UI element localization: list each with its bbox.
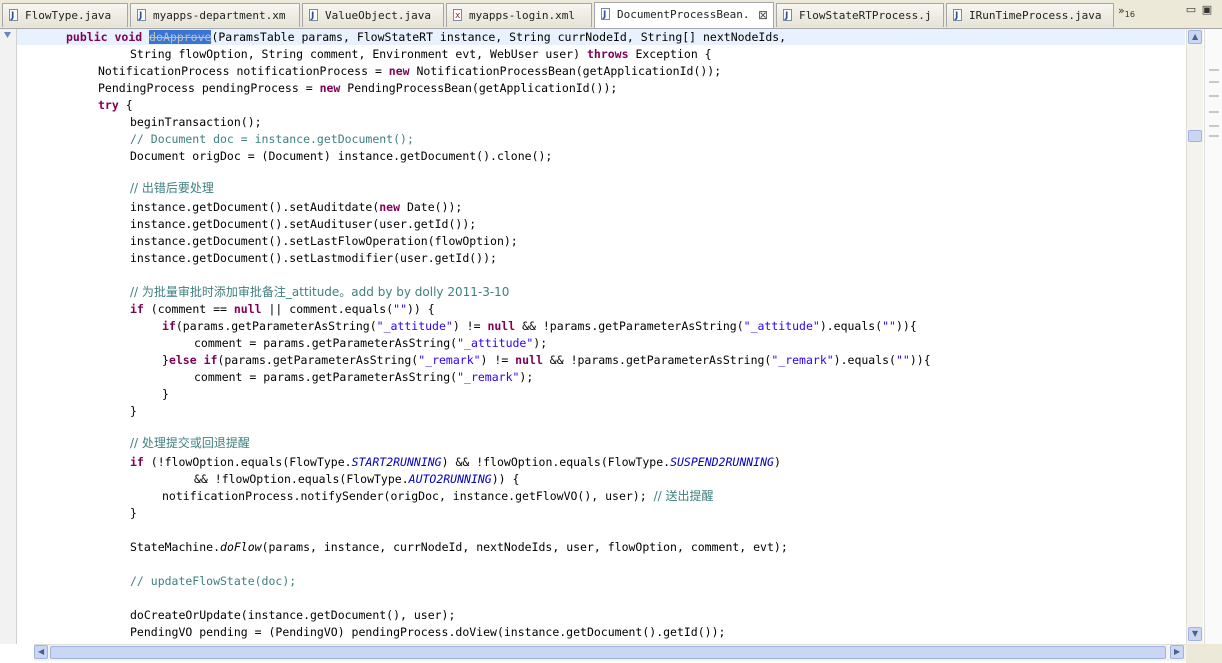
code-line: doCreateOrUpdate(instance.getDocument(),… [130,608,456,622]
chevron-double-right-icon: » [1118,4,1125,17]
tab-label: myapps-department.xm [153,9,286,22]
editor-tab-bar: FlowType.java myapps-department.xm Value… [0,0,1222,29]
arrow-right-icon: ▶ [1174,647,1181,656]
code-line: NotificationProcess notificationProcess … [98,64,722,78]
code-line: PendingProcess pendingProcess = new Pend… [98,81,618,95]
tab-myapps-login-xml[interactable]: myapps-login.xml [446,3,592,27]
scroll-down-button[interactable]: ▼ [1188,627,1202,641]
vertical-scroll-thumb[interactable] [1188,130,1202,142]
horizontal-scrollbar[interactable] [34,644,1186,661]
window-controls: ▭ ▣ [1182,3,1214,18]
tab-overflow-button[interactable]: »16 [1118,4,1135,19]
scroll-left-button[interactable]: ◀ [34,645,48,659]
overview-marker[interactable] [1209,69,1219,71]
code-line: public void doApprove(ParamsTable params… [66,30,787,44]
scrollbar-corner [1186,644,1222,663]
java-file-icon [601,4,610,26]
overview-marker[interactable] [1209,125,1219,127]
tab-flowtype-java[interactable]: FlowType.java [2,3,128,27]
code-line: }else if(params.getParameterAsString("_r… [162,353,931,367]
code-line: comment = params.getParameterAsString("_… [194,336,548,350]
code-comment: // 出错后要处理 [130,181,214,195]
arrow-up-icon: ▲ [1192,32,1199,41]
scroll-up-button[interactable]: ▲ [1188,30,1202,44]
java-file-icon [309,5,318,27]
code-comment: // 处理提交或回退提醒 [130,436,250,450]
code-line: PendingVO pending = (PendingVO) pendingP… [130,625,726,639]
selected-method-name: doApprove [149,30,212,44]
code-comment: // updateFlowState(doc); [130,574,297,588]
overview-ruler[interactable] [1204,29,1222,644]
code-line: } [130,404,137,418]
tab-label: ValueObject.java [325,9,431,22]
code-line: Document origDoc = (Document) instance.g… [130,149,553,163]
tab-label: FlowStateRTProcess.j [799,9,932,22]
code-area[interactable]: public void doApprove(ParamsTable params… [0,29,1185,644]
overview-marker[interactable] [1209,81,1219,83]
overview-marker[interactable] [1209,111,1219,113]
eclipse-editor-window: FlowType.java myapps-department.xm Value… [0,0,1222,663]
horizontal-scroll-thumb[interactable] [50,646,1166,659]
code-editor[interactable]: public void doApprove(ParamsTable params… [0,29,1222,663]
tab-myapps-department-xml[interactable]: myapps-department.xm [130,3,300,27]
code-line: if (!flowOption.equals(FlowType.START2RU… [130,455,781,469]
code-line: try { [98,98,133,112]
xml-file-icon [453,5,462,27]
overflow-count: 16 [1124,10,1135,20]
tab-flowstatertprocess-java[interactable]: FlowStateRTProcess.j [776,3,944,27]
tab-documentprocessbean-java[interactable]: DocumentProcessBean. ⊠ [594,2,774,28]
tab-label: myapps-login.xml [469,9,575,22]
tab-valueobject-java[interactable]: ValueObject.java [302,3,444,27]
vertical-scrollbar[interactable]: ▲ ▼ [1186,29,1203,644]
code-line: StateMachine.doFlow(params, instance, cu… [130,540,788,554]
code-line: if(params.getParameterAsString("_attitud… [162,319,917,333]
arrow-left-icon: ◀ [38,647,45,656]
code-line: } [130,506,137,520]
code-line: String flowOption, String comment, Envir… [130,47,712,61]
scroll-right-button[interactable]: ▶ [1170,645,1184,659]
code-line: if (comment == null || comment.equals(""… [130,302,435,316]
close-tab-icon[interactable]: ⊠ [758,4,768,26]
tab-label: DocumentProcessBean. [617,8,750,21]
overview-marker[interactable] [1209,95,1219,97]
overview-marker[interactable] [1209,135,1219,137]
java-file-icon [9,5,18,27]
code-line: instance.getDocument().setLastFlowOperat… [130,234,518,248]
code-line: comment = params.getParameterAsString("_… [194,370,534,384]
code-line: notificationProcess.notifySender(origDoc… [162,489,714,503]
java-file-icon [137,5,146,27]
arrow-down-icon: ▼ [1192,629,1199,638]
tab-iruntimeprocess-java[interactable]: IRunTimeProcess.java [946,3,1114,27]
minimize-icon[interactable]: ▭ [1184,4,1198,18]
code-line: } [162,387,169,401]
code-comment: // 为批量审批时添加审批备注_attitude。add by by dolly… [130,285,510,299]
code-comment: // Document doc = instance.getDocument()… [130,132,414,146]
code-line: instance.getDocument().setAudituser(user… [130,217,477,231]
tab-label: IRunTimeProcess.java [969,9,1102,22]
code-line: beginTransaction(); [130,115,262,129]
java-file-icon [783,5,792,27]
code-line: instance.getDocument().setAuditdate(new … [130,200,463,214]
code-line: instance.getDocument().setLastmodifier(u… [130,251,497,265]
tab-label: FlowType.java [25,9,112,22]
maximize-icon[interactable]: ▣ [1200,4,1214,18]
code-line: && !flowOption.equals(FlowType.AUTO2RUNN… [194,472,520,486]
java-file-icon [953,5,962,27]
